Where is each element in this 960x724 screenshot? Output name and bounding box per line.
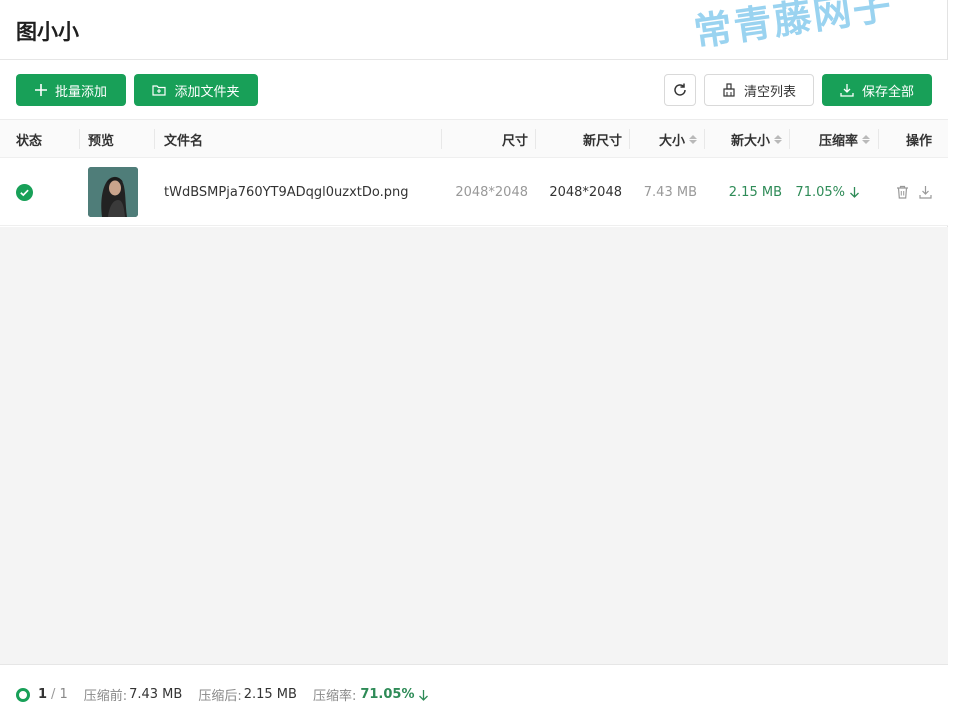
batch-add-label: 批量添加 — [54, 84, 107, 100]
column-divider — [441, 129, 442, 149]
plus-icon — [34, 84, 47, 96]
table-header: 状态 预览 文件名 尺寸 新尺寸 大小 新大小 压缩率 操作 — [0, 120, 948, 158]
list-empty-area — [0, 227, 948, 664]
file-name: tWdBSMPja760YT9ADqgl0uzxtDo.png — [164, 184, 409, 200]
title-bar: 图小小 常青藤网子 — [0, 0, 948, 60]
column-divider — [629, 129, 630, 149]
add-folder-button[interactable]: 添加文件夹 — [134, 74, 258, 106]
column-status: 状态 — [16, 133, 43, 149]
progress-separator: / — [51, 687, 56, 702]
status-footer: 1 / 1 压缩前: 7.43 MB 压缩后: 2.15 MB 压缩率: 71.… — [0, 664, 948, 724]
new-file-size: 2.15 MB — [728, 184, 782, 200]
watermark: 常青藤网子 — [691, 0, 896, 55]
check-circle-icon — [16, 183, 33, 201]
original-dimensions: 2048*2048 — [455, 184, 528, 200]
window-edge — [947, 0, 960, 724]
compression-ratio-value: 71.05% — [795, 184, 845, 200]
sort-icon — [774, 134, 782, 144]
compression-ratio: 71.05% — [795, 158, 860, 226]
column-divider — [704, 129, 705, 149]
before-label: 压缩前: — [83, 689, 128, 704]
add-folder-label: 添加文件夹 — [174, 84, 240, 100]
column-divider — [878, 129, 879, 149]
clear-list-label: 清空列表 — [743, 84, 796, 100]
column-filename: 文件名 — [164, 133, 204, 149]
progress-total: 1 — [59, 687, 68, 702]
arrow-down-icon — [419, 689, 429, 701]
column-new-size: 新尺寸 — [582, 133, 622, 149]
download-icon — [840, 84, 854, 97]
row-actions — [896, 158, 932, 226]
refresh-icon — [674, 83, 686, 96]
arrow-down-icon — [850, 187, 859, 198]
download-icon[interactable] — [919, 185, 932, 199]
column-new-file-size[interactable]: 新大小 — [731, 120, 782, 158]
broom-icon — [723, 83, 735, 97]
save-all-button[interactable]: 保存全部 — [822, 74, 932, 106]
column-preview: 预览 — [88, 133, 115, 149]
app-title: 图小小 — [16, 20, 79, 44]
column-divider — [79, 129, 80, 149]
ratio-label: 压缩率: — [312, 689, 357, 704]
clear-list-button[interactable]: 清空列表 — [704, 74, 814, 106]
preview-thumbnail[interactable] — [88, 167, 138, 217]
table-row: tWdBSMPja760YT9ADqgl0uzxtDo.png 2048*204… — [0, 158, 948, 226]
ratio-value: 71.05% — [360, 687, 415, 702]
column-divider — [154, 129, 155, 149]
save-all-label: 保存全部 — [861, 84, 914, 100]
new-dimensions: 2048*2048 — [549, 184, 622, 200]
column-ratio-label: 压缩率 — [818, 133, 858, 149]
progress-current: 1 — [38, 687, 48, 702]
column-new-file-size-label: 新大小 — [730, 133, 770, 149]
column-divider — [535, 129, 536, 149]
folder-icon — [152, 85, 167, 96]
column-actions: 操作 — [905, 133, 932, 149]
column-divider — [789, 129, 790, 149]
column-size: 尺寸 — [501, 133, 528, 149]
batch-add-button[interactable]: 批量添加 — [16, 74, 126, 106]
before-value: 7.43 MB — [129, 687, 183, 702]
portrait-image — [88, 167, 138, 217]
sort-icon — [862, 134, 870, 144]
toolbar: 批量添加 添加文件夹 清空列表 保存全部 — [0, 60, 948, 120]
column-file-size[interactable]: 大小 — [659, 120, 697, 158]
after-value: 2.15 MB — [243, 687, 297, 702]
refresh-button[interactable] — [664, 74, 696, 106]
sort-icon — [689, 134, 697, 144]
original-file-size: 7.43 MB — [643, 184, 697, 200]
column-file-size-label: 大小 — [658, 133, 685, 149]
after-label: 压缩后: — [198, 689, 242, 704]
progress-ring-icon — [16, 687, 30, 702]
trash-icon[interactable] — [896, 185, 909, 199]
status-cell — [16, 158, 33, 226]
column-ratio[interactable]: 压缩率 — [819, 120, 870, 158]
